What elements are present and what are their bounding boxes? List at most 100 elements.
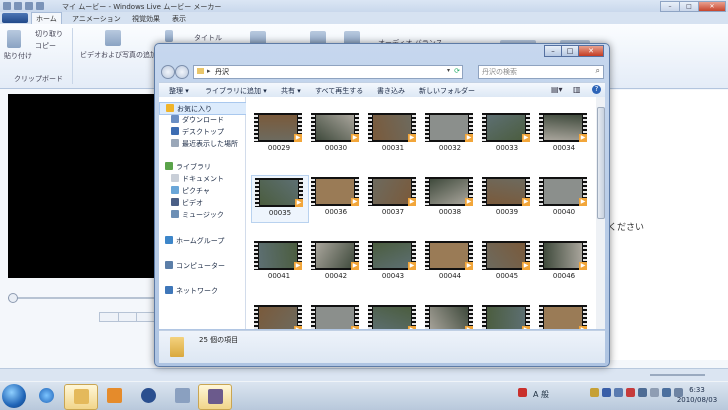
file-tile[interactable]: ▶ 00032 [422,111,478,157]
maximize-icon[interactable]: □ [679,1,699,12]
forward-button[interactable] [175,65,189,79]
file-tile[interactable]: ▶ [308,303,364,329]
tray-app-icon[interactable] [638,388,647,397]
address-bar[interactable]: ▸ 丹沢 ▾ ⟳ [193,65,463,79]
nav-item[interactable]: ライブラリ [159,161,245,172]
file-tile[interactable]: ▶ 00041 [251,239,307,285]
quick-access-toolbar[interactable] [3,2,44,10]
file-tile[interactable]: ▶ 00042 [308,239,364,285]
nav-item[interactable]: 最近表示した場所 [159,138,245,149]
close-icon[interactable]: ✕ [578,45,604,57]
maximize-icon[interactable]: □ [561,45,579,57]
breadcrumb-path[interactable]: 丹沢 [215,67,229,77]
paste-button[interactable]: 貼り付け [4,51,32,61]
tray-app-icon[interactable] [614,388,623,397]
start-button[interactable] [2,384,26,408]
tab-view[interactable]: 表示 [172,14,186,24]
clock[interactable]: 6:33 2010/08/03 [672,385,722,405]
file-tile[interactable]: ▶ [365,303,421,329]
nav-item[interactable]: ドキュメント [159,173,245,184]
file-tile[interactable]: ▶ 00037 [365,175,421,221]
organize-button[interactable]: 整理 ▾ [169,86,189,96]
tray-app-icon[interactable] [650,388,659,397]
title-button[interactable]: タイトル [194,33,222,43]
nav-item[interactable]: デスクトップ [159,126,245,137]
play-icon[interactable] [117,312,138,322]
add-video-photo-button[interactable]: ビデオおよび写真の追加 [80,50,157,60]
previous-frame-icon[interactable] [99,312,119,322]
search-icon[interactable]: ⌕ [596,66,600,76]
nav-item[interactable]: ビデオ [159,197,245,208]
explorer-window-controls[interactable]: – □ ✕ [544,45,604,57]
file-tile[interactable]: ▶ 00034 [536,111,592,157]
file-tile[interactable]: ▶ 00045 [479,239,535,285]
taskbar-ie-button[interactable] [30,384,62,408]
nav-item[interactable]: ホームグループ [159,235,245,246]
cut-button[interactable]: 切り取り [35,29,63,39]
scrollbar-thumb[interactable] [597,107,605,219]
tab-animations[interactable]: アニメーション [72,14,121,24]
tray-app-icon[interactable] [602,388,611,397]
nav-item[interactable]: ピクチャ [159,185,245,196]
file-tile[interactable]: ▶ [251,303,307,329]
file-tile[interactable]: ▶ 00040 [536,175,592,221]
seek-bar[interactable] [8,297,156,299]
file-list[interactable]: ▶ 00029 ▶ 00030 ▶ 00031 ▶ 00032 ▶ 00033 ▶ 00034 ▶ 000… [246,97,596,329]
playback-controls[interactable] [99,312,157,322]
file-tile[interactable]: ▶ 00033 [479,111,535,157]
paste-icon[interactable] [7,30,21,48]
file-tile[interactable]: ▶ 00046 [536,239,592,285]
file-tile[interactable]: ▶ 00038 [422,175,478,221]
file-tile[interactable]: ▶ 00044 [422,239,478,285]
taskbar-media-player-button[interactable] [98,384,130,408]
tab-visual-effects[interactable]: 視覚効果 [132,14,160,24]
breadcrumb-separator-icon[interactable]: ▸ [207,67,211,75]
chevron-down-icon[interactable]: ▾ [447,67,450,74]
file-tile[interactable]: ▶ 00030 [308,111,364,157]
help-icon[interactable]: ? [592,85,601,94]
view-options-icon[interactable]: ▤▾ [551,85,563,94]
file-tile[interactable]: ▶ [422,303,478,329]
nav-item[interactable]: ミュージック [159,209,245,220]
file-tile[interactable]: ▶ [479,303,535,329]
file-tile[interactable]: ▶ 00031 [365,111,421,157]
taskbar-explorer-button[interactable] [64,384,98,410]
file-tile[interactable]: ▶ 00035 [251,175,309,223]
copy-button[interactable]: コピー [35,41,56,51]
vertical-scrollbar[interactable] [596,97,605,329]
file-tile[interactable]: ▶ [536,303,592,329]
seek-thumb[interactable] [8,293,18,303]
tray-app-icon[interactable] [590,388,599,397]
taskbar-hp-button[interactable] [132,384,164,408]
back-button[interactable] [161,65,175,79]
taskbar-app-button[interactable] [166,384,198,408]
nav-item[interactable]: ネットワーク [159,285,245,296]
minimize-icon[interactable]: – [544,45,562,57]
ime-indicator[interactable]: A 般 [533,389,549,400]
nav-item[interactable]: コンピューター [159,260,245,271]
preview-pane-icon[interactable]: ▥ [573,85,581,94]
movie-maker-window-controls[interactable]: – □ ✕ [660,1,726,12]
add-to-library-button[interactable]: ライブラリに追加 ▾ [205,86,267,96]
share-with-button[interactable]: 共有 ▾ [281,86,301,96]
flag-icon[interactable] [518,388,527,397]
new-folder-button[interactable]: 新しいフォルダー [419,86,475,96]
burn-button[interactable]: 書き込み [377,86,405,96]
play-all-button[interactable]: すべて再生する [315,86,363,96]
tray-app-icon[interactable] [626,388,635,397]
search-input[interactable]: 丹沢の検索 ⌕ [478,65,604,79]
taskbar-movie-maker-button[interactable] [198,384,232,410]
file-tile[interactable]: ▶ 00043 [365,239,421,285]
network-icon[interactable] [662,388,671,397]
video-preview[interactable] [8,94,156,278]
app-menu-button[interactable] [2,13,28,23]
zoom-slider[interactable] [650,374,705,376]
file-tile[interactable]: ▶ 00029 [251,111,307,157]
file-tile[interactable]: ▶ 00036 [308,175,364,221]
close-icon[interactable]: ✕ [698,1,726,12]
minimize-icon[interactable]: – [660,1,680,12]
music-note-icon[interactable] [165,30,173,42]
refresh-icon[interactable]: ⟳ [454,67,460,75]
file-tile[interactable]: ▶ 00039 [479,175,535,221]
nav-item[interactable]: ダウンロード [159,114,245,125]
